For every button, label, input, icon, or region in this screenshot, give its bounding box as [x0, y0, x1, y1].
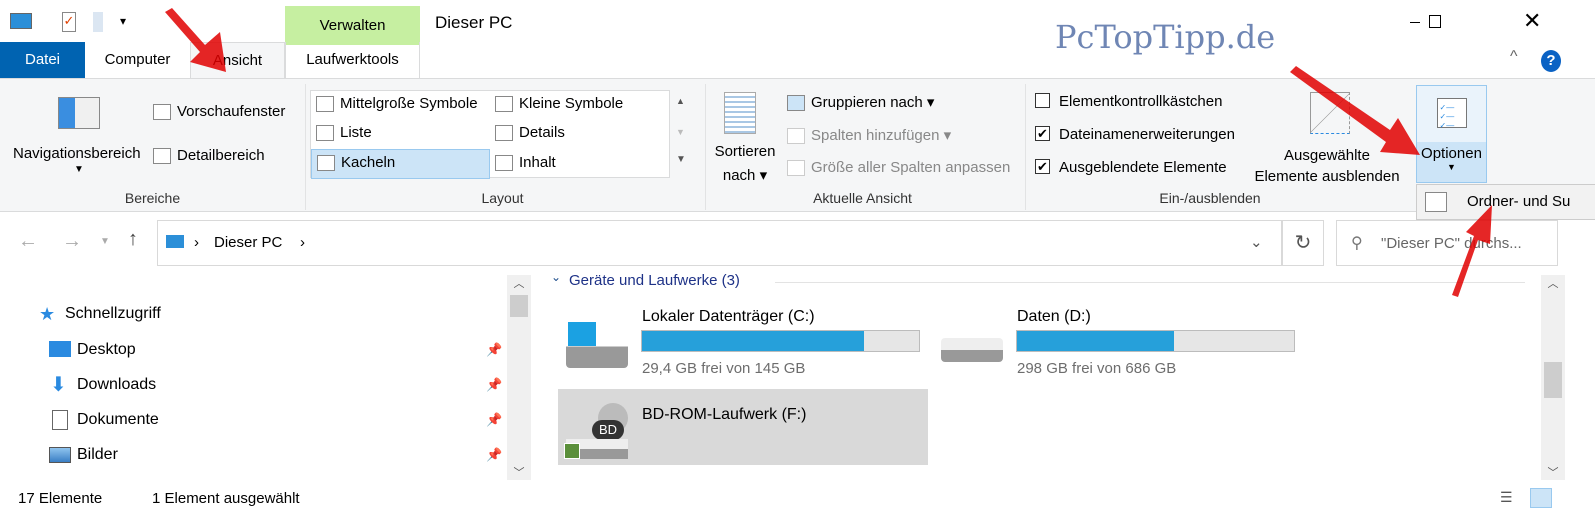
details-view-button[interactable]: ☰	[1500, 489, 1513, 506]
status-selected: 1 Element ausgewählt	[152, 490, 300, 507]
status-item-count: 17 Elemente	[18, 490, 103, 507]
annotation-arrows	[165, 8, 1492, 297]
arrow-ansicht	[165, 8, 226, 72]
arrow-dropdown	[1452, 205, 1492, 297]
tiles-view-button[interactable]	[1530, 488, 1552, 508]
arrow-optionen	[1290, 66, 1420, 155]
